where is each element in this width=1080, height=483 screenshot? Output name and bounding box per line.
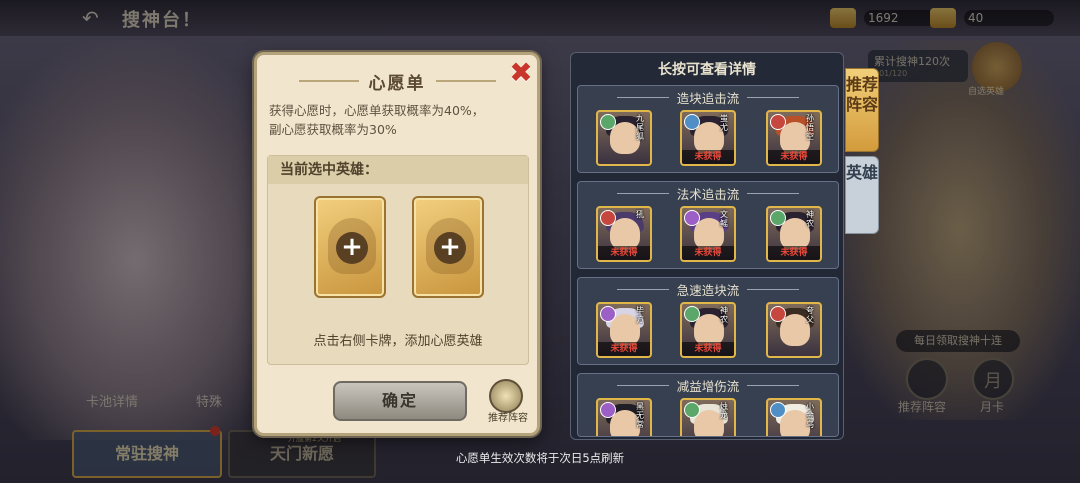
faction-icon [600,402,616,418]
title-ornament-left [298,80,359,82]
confirm-button[interactable]: 确定 [333,381,467,421]
faction-icon [684,210,700,226]
hero-name: 黑无常 [636,402,644,429]
hero-name: 夸父 [806,306,814,324]
team-name: 法术追击流 [676,186,740,202]
faction-icon [684,114,700,130]
add-hero-hint: 点击右侧卡牌，添加心愿英雄 [313,334,483,349]
add-icon: + [336,232,368,264]
background-scene: ↶ 搜神台！ 1692 40 累计搜神120次 101/120 自选英雄 每日领… [0,0,1080,483]
hero-card[interactable]: 犼未获得 [596,206,652,262]
hero-status: 未获得 [682,342,734,356]
team-group: 减益增伤流 黑无常 烛龙 小金乌 [577,373,839,437]
hero-card[interactable]: 神农未获得 [680,302,736,358]
hero-name: 小金乌 [806,402,814,429]
selected-heroes-box: 当前选中英雄： + + 点击右侧卡牌，添加心愿英雄 [267,155,529,365]
hero-name: 孙悟空 [806,114,814,141]
hero-name: 毕方 [636,306,644,324]
faction-icon [770,210,786,226]
hero-name: 神农 [806,210,814,228]
hero-card[interactable]: 文鳐未获得 [680,206,736,262]
hero-card[interactable]: 九尾狐 [596,110,652,166]
title-ornament-right [435,80,496,82]
hero-card[interactable]: 黑无常 [596,398,652,436]
hero-status [598,150,650,164]
refresh-notice: 心愿单生效次数将于次日5点刷新 [455,451,625,465]
hero-name: 烛龙 [720,402,728,420]
hero-status: 未获得 [768,150,820,164]
hero-status: 未获得 [682,150,734,164]
faction-icon [770,306,786,322]
faction-icon [684,402,700,418]
hero-status: 未获得 [682,246,734,260]
hero-card[interactable]: 蚩尤未获得 [680,110,736,166]
desc-line-2: 副心愿获取概率为30% [269,122,397,137]
team-name: 减益增伤流 [676,378,740,394]
faction-icon [600,210,616,226]
hero-card[interactable]: 小金乌 [766,398,822,436]
hero-status: 未获得 [598,246,650,260]
desc-line-1: 获得心愿时，心愿单获取概率为40%， [269,103,485,118]
hero-status: 未获得 [598,342,650,356]
tab-heroes[interactable]: 英雄 [845,156,879,234]
recommend-team-label: 推荐阵容 [488,413,528,424]
modal-overlay[interactable] [0,0,1080,483]
hero-name: 神农 [720,306,728,324]
wish-list-dialog: 心愿单 ✖ 获得心愿时，心愿单获取概率为40%， 副心愿获取概率为30% 当前选… [254,52,540,436]
probability-description: 获得心愿时，心愿单获取概率为40%， 副心愿获取概率为30% [269,101,531,139]
faction-icon [600,306,616,322]
dialog-header: 心愿单 [257,67,537,95]
hero-card[interactable]: 毕方未获得 [596,302,652,358]
panel-title: 长按可查看详情 [658,62,756,78]
hero-name: 犼 [636,210,644,219]
team-name: 造块追击流 [676,90,740,106]
hero-card[interactable]: 烛龙 [680,398,736,436]
hero-card[interactable]: 孙悟空未获得 [766,110,822,166]
recommended-teams-panel: 长按可查看详情 造块追击流 九尾狐 蚩尤 未获得 孙悟空 未获得 法术追击流 犼未获… [570,52,844,440]
team-group: 急速造块流 毕方未获得 神农未获得 夸父 [577,277,839,365]
team-name: 急速造块流 [676,282,740,298]
hero-name: 九尾狐 [636,114,644,141]
tab-recommended-teams[interactable]: 推荐阵容 [845,68,879,152]
faction-icon [600,114,616,130]
team-group: 造块追击流 九尾狐 蚩尤未获得 孙悟空未获得 [577,85,839,173]
wish-slot-secondary[interactable]: + [412,196,484,298]
selected-heroes-heading: 当前选中英雄： [268,156,528,184]
team-group: 法术追击流 犼未获得 文鳐未获得 神农未获得 [577,181,839,269]
faction-icon [770,114,786,130]
faction-icon [770,402,786,418]
close-icon[interactable]: ✖ [507,59,535,87]
faction-icon [684,306,700,322]
dialog-title: 心愿单 [368,73,426,94]
hero-status: 未获得 [768,246,820,260]
recommend-team-icon[interactable] [489,379,523,413]
hero-name: 蚩尤 [720,114,728,132]
hero-status [768,342,820,356]
hero-card[interactable]: 夸父 [766,302,822,358]
add-icon: + [434,232,466,264]
hero-name: 文鳐 [720,210,728,228]
wish-slot-primary[interactable]: + [314,196,386,298]
hero-card[interactable]: 神农未获得 [766,206,822,262]
